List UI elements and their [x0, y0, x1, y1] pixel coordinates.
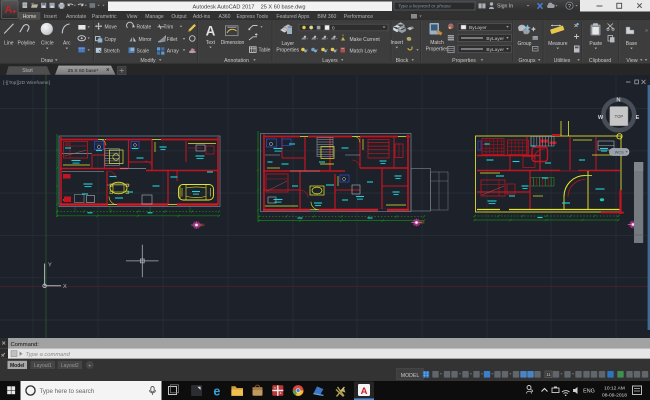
- svg-text:Arc: Arc: [63, 41, 71, 47]
- svg-text:Type a command: Type a command: [26, 352, 71, 358]
- svg-text:08-09-2018: 08-09-2018: [602, 392, 627, 398]
- svg-text:Home: Home: [23, 14, 37, 20]
- svg-text:Insert: Insert: [44, 14, 57, 20]
- svg-text:Sign In: Sign In: [497, 4, 513, 10]
- svg-text:Modify: Modify: [140, 58, 156, 64]
- svg-text:Paste: Paste: [589, 41, 602, 47]
- svg-text:Text: Text: [206, 40, 216, 46]
- svg-text:Array: Array: [167, 48, 179, 54]
- svg-text:0: 0: [332, 26, 335, 31]
- svg-text:Clipboard: Clipboard: [589, 58, 611, 64]
- svg-text:TOP: TOP: [615, 114, 624, 119]
- svg-text:Base: Base: [626, 41, 638, 47]
- svg-text:Properties: Properties: [276, 47, 299, 53]
- svg-text:W: W: [598, 115, 604, 121]
- svg-text:Command:: Command:: [11, 342, 40, 348]
- svg-text:Utilities: Utilities: [554, 58, 571, 64]
- svg-text:Trim: Trim: [164, 25, 174, 31]
- svg-text:Type a keyword or phrase: Type a keyword or phrase: [398, 4, 451, 9]
- svg-text:Model: Model: [10, 363, 25, 369]
- svg-text:A: A: [4, 4, 12, 16]
- svg-text:Stretch: Stretch: [104, 48, 120, 54]
- svg-text:?: ?: [568, 4, 571, 10]
- svg-text:X: X: [63, 284, 67, 290]
- svg-text:Start: Start: [22, 68, 33, 74]
- svg-text:Fillet: Fillet: [167, 37, 178, 43]
- svg-text:e: e: [213, 385, 220, 399]
- svg-text:ByLayer: ByLayer: [486, 47, 504, 53]
- svg-text:View: View: [626, 58, 637, 64]
- svg-text:Make Current: Make Current: [350, 37, 381, 43]
- svg-text:Dimension: Dimension: [221, 40, 245, 46]
- svg-text:A360: A360: [219, 14, 231, 20]
- svg-text:Block: Block: [396, 58, 409, 64]
- svg-text:A: A: [361, 386, 368, 397]
- svg-text:WCS: WCS: [615, 151, 624, 155]
- svg-text:View: View: [127, 14, 138, 20]
- svg-text:25 X 60 base*: 25 X 60 base*: [68, 68, 99, 74]
- svg-text:Layers: Layers: [322, 58, 338, 64]
- svg-text:[-][Top][2D Wireframe]: [-][Top][2D Wireframe]: [3, 80, 50, 86]
- svg-text:Manage: Manage: [145, 14, 164, 20]
- svg-text:Match: Match: [430, 40, 444, 46]
- svg-text:Scale: Scale: [137, 48, 150, 54]
- svg-text:Type here to search: Type here to search: [40, 388, 95, 395]
- svg-text:Group: Group: [518, 41, 532, 47]
- svg-text:+: +: [88, 363, 91, 369]
- svg-text:Rotate: Rotate: [137, 25, 152, 31]
- svg-text:ENG: ENG: [583, 389, 595, 395]
- svg-text:Table: Table: [259, 47, 271, 53]
- svg-text:Performance: Performance: [344, 14, 373, 20]
- svg-text:ByLayer: ByLayer: [469, 25, 487, 31]
- svg-text:Featured Apps: Featured Apps: [276, 14, 310, 20]
- svg-text:BIM 360: BIM 360: [317, 14, 336, 20]
- svg-text:Insert: Insert: [391, 40, 404, 46]
- svg-text:ByLayer: ByLayer: [486, 36, 504, 42]
- svg-text:»: »: [645, 28, 648, 34]
- svg-text:Layout1: Layout1: [34, 363, 52, 369]
- svg-text:Annotate: Annotate: [66, 14, 87, 20]
- svg-text:Move: Move: [105, 25, 117, 31]
- svg-text:Layout2: Layout2: [61, 363, 79, 369]
- svg-text:Properties: Properties: [452, 58, 476, 64]
- svg-text:Match Layer: Match Layer: [350, 48, 378, 54]
- svg-text:N: N: [616, 97, 620, 103]
- svg-text:Circle: Circle: [41, 41, 54, 47]
- svg-text:E: E: [636, 115, 640, 121]
- svg-text:MODEL: MODEL: [401, 373, 420, 379]
- svg-text:Properties: Properties: [426, 46, 449, 52]
- svg-text:Copy: Copy: [105, 37, 117, 43]
- svg-text:Draw: Draw: [41, 58, 53, 64]
- svg-text:Mirror: Mirror: [139, 37, 152, 43]
- svg-text:Polyline: Polyline: [18, 41, 36, 47]
- svg-text:Y: Y: [48, 263, 52, 269]
- svg-text:10:12 AM: 10:12 AM: [604, 385, 625, 391]
- svg-text:A: A: [206, 24, 216, 39]
- svg-text:Add-ins: Add-ins: [193, 14, 211, 20]
- svg-text:Measure: Measure: [548, 41, 568, 47]
- svg-text:Express Tools: Express Tools: [236, 14, 268, 20]
- svg-text:Annotation: Annotation: [224, 58, 249, 64]
- svg-text:Output: Output: [171, 14, 187, 20]
- svg-text:Line: Line: [4, 41, 14, 47]
- svg-text:Parametric: Parametric: [92, 14, 117, 20]
- svg-text:Layer: Layer: [282, 41, 295, 47]
- svg-text:11: 11: [546, 372, 551, 377]
- svg-text:Groups: Groups: [518, 58, 535, 64]
- svg-text:Autodesk AutoCAD 2017 25 X: Autodesk AutoCAD 2017 25 X 60 base.dwg: [193, 4, 306, 10]
